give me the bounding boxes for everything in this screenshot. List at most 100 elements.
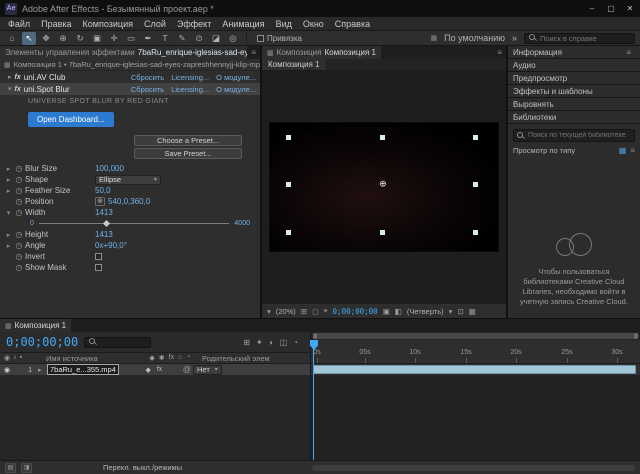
transparency-grid-icon[interactable]: ▦ (469, 307, 476, 316)
twirl-icon[interactable]: ▸ (4, 72, 12, 83)
parent-dropdown[interactable]: Нет ▾ (193, 365, 222, 375)
slider-handle[interactable] (103, 220, 110, 227)
stopwatch-icon[interactable]: ◷ (13, 175, 25, 184)
width-slider[interactable] (39, 218, 230, 229)
selection-handle[interactable] (473, 135, 478, 140)
navigator-handle[interactable] (313, 333, 638, 339)
tab-timeline-composition-1[interactable]: ▦ Композиция 1 (0, 319, 71, 332)
eraser-tool-icon[interactable]: ◪ (209, 32, 223, 45)
menu-item-window[interactable]: Окно (303, 19, 324, 29)
composition-frame[interactable]: ⊕ (270, 123, 498, 251)
draft-3d-icon[interactable]: ✦ (256, 338, 263, 347)
workspace-overflow-icon[interactable]: » (512, 33, 517, 43)
library-search-box[interactable] (513, 129, 635, 142)
selection-handle[interactable] (473, 182, 478, 187)
snapshot-icon[interactable]: ▣ (383, 307, 390, 316)
tab-effect-controls[interactable]: Элементы управления эффектами 7baRu_enri… (0, 46, 247, 59)
show-channel-icon[interactable]: ◧ (395, 307, 402, 316)
menu-item-view[interactable]: Вид (276, 19, 292, 29)
puppet-tool-icon[interactable]: ◎ (226, 32, 240, 45)
about-link[interactable]: О модуле... (216, 85, 256, 94)
twirl-icon[interactable]: ▸ (4, 165, 13, 173)
twirl-icon[interactable]: ▸ (4, 176, 13, 184)
maximize-icon[interactable]: ▢ (606, 4, 616, 13)
timeline-horizontal-scrollbar[interactable] (312, 465, 635, 471)
layer-row-1[interactable]: ◉ 1 ▸ 7baRu_e...355.mp4 ◆ fx @ Нет ▾ (0, 364, 310, 376)
panel-menu-icon[interactable]: ≡ (247, 46, 260, 59)
timeline-navigator[interactable] (311, 332, 640, 340)
pan-behind-tool-icon[interactable]: ✛ (107, 32, 121, 45)
selection-handle[interactable] (286, 135, 291, 140)
stopwatch-icon[interactable]: ◷ (13, 197, 25, 206)
twirl-icon[interactable]: ▸ (4, 231, 13, 239)
panel-header-align[interactable]: Выровнять (508, 98, 640, 111)
save-preset-button[interactable]: Save Preset... (134, 148, 242, 159)
grid-view-icon[interactable]: ▦ (619, 146, 627, 155)
stopwatch-icon[interactable]: ◷ (13, 252, 25, 261)
panel-header-effects-presets[interactable]: Эффекты и шаблоны (508, 85, 640, 98)
shy-layers-icon[interactable]: ◗ (269, 338, 274, 347)
camera-tool-icon[interactable]: ▣ (90, 32, 104, 45)
panel-header-info[interactable]: Информация ≡ (508, 46, 640, 59)
layer-name[interactable]: 7baRu_e...355.mp4 (47, 364, 119, 375)
menu-item-layer[interactable]: Слой (144, 19, 166, 29)
parent-column[interactable]: Родительский элем (202, 354, 306, 363)
twirl-icon[interactable]: ▸ (4, 187, 13, 195)
playhead[interactable] (313, 340, 314, 460)
selection-handle[interactable] (286, 182, 291, 187)
expand-layer-switches-icon[interactable]: ▤ (5, 463, 16, 473)
panel-menu-icon[interactable]: ≡ (622, 48, 635, 57)
param-value[interactable]: 0x+90,0° (95, 241, 127, 250)
selection-handle[interactable] (380, 135, 385, 140)
param-value[interactable]: 1413 (95, 230, 113, 239)
stopwatch-icon[interactable]: ◷ (13, 230, 25, 239)
panel-header-libraries[interactable]: Библиотеки (508, 111, 640, 124)
reset-link[interactable]: Сбросить (131, 85, 164, 94)
list-view-icon[interactable]: ≡ (630, 146, 635, 155)
show-mask-checkbox[interactable] (95, 264, 102, 271)
selection-handle[interactable] (380, 230, 385, 235)
twirl-icon[interactable]: ▸ (38, 366, 47, 374)
rotate-tool-icon[interactable]: ↻ (73, 32, 87, 45)
mask-visibility-icon[interactable]: ◻ (312, 307, 318, 316)
effect-name[interactable]: uni.AV Club (24, 73, 66, 82)
timeline-search-input[interactable] (100, 338, 146, 347)
stopwatch-icon[interactable]: ◷ (13, 208, 25, 217)
minimize-icon[interactable]: – (587, 4, 597, 13)
frame-blending-icon[interactable]: ◫ (280, 338, 288, 347)
licensing-link[interactable]: Licensing... (171, 73, 209, 82)
layer-visibility-icon[interactable]: ◉ (4, 366, 16, 374)
menu-item-file[interactable]: Файл (8, 19, 30, 29)
licensing-link[interactable]: Licensing... (171, 85, 209, 94)
pen-tool-icon[interactable]: ✒ (141, 32, 155, 45)
menu-item-composition[interactable]: Композиция (83, 19, 133, 29)
workspace-selector[interactable]: По умолчанию (444, 33, 505, 43)
panel-header-preview[interactable]: Предпросмотр (508, 72, 640, 85)
region-of-interest-icon[interactable]: ⌖ (323, 306, 327, 316)
motion-blur-icon[interactable]: ◔ (293, 338, 298, 347)
param-value[interactable]: 540,0,360,0 (108, 197, 150, 206)
open-dashboard-button[interactable]: Open Dashboard... (28, 112, 114, 127)
param-value[interactable]: 100,000 (95, 164, 124, 173)
home-icon[interactable]: ⌂ (5, 32, 19, 45)
layer-duration-bar[interactable] (313, 365, 636, 374)
stopwatch-icon[interactable]: ◷ (13, 186, 25, 195)
help-search-input[interactable] (540, 34, 630, 43)
param-value[interactable]: 50,0 (95, 186, 111, 195)
grid-options-icon[interactable]: ⊞ (301, 307, 307, 316)
shape-dropdown[interactable]: Ellipse ▾ (95, 175, 161, 185)
invert-checkbox[interactable] (95, 253, 102, 260)
stopwatch-icon[interactable]: ◷ (13, 241, 25, 250)
layer-fx-icon[interactable]: fx (157, 366, 162, 374)
resolution-selector[interactable]: (Четверть) (407, 307, 444, 316)
stopwatch-icon[interactable]: ◷ (13, 164, 25, 173)
twirl-icon[interactable]: ▸ (4, 242, 13, 250)
twirl-icon[interactable]: ▾ (4, 84, 12, 95)
twirl-icon[interactable]: ▾ (4, 209, 13, 217)
effect-row-av-club[interactable]: ▸ fx uni.AV Club Сбросить Licensing... О… (0, 71, 260, 83)
type-tool-icon[interactable]: T (158, 32, 172, 45)
shape-tool-icon[interactable]: ▭ (124, 32, 138, 45)
about-link[interactable]: О модуле... (216, 73, 256, 82)
viewer-tab-composition-1[interactable]: Композиция 1 (262, 59, 326, 70)
clone-stamp-tool-icon[interactable]: ⊙ (192, 32, 206, 45)
